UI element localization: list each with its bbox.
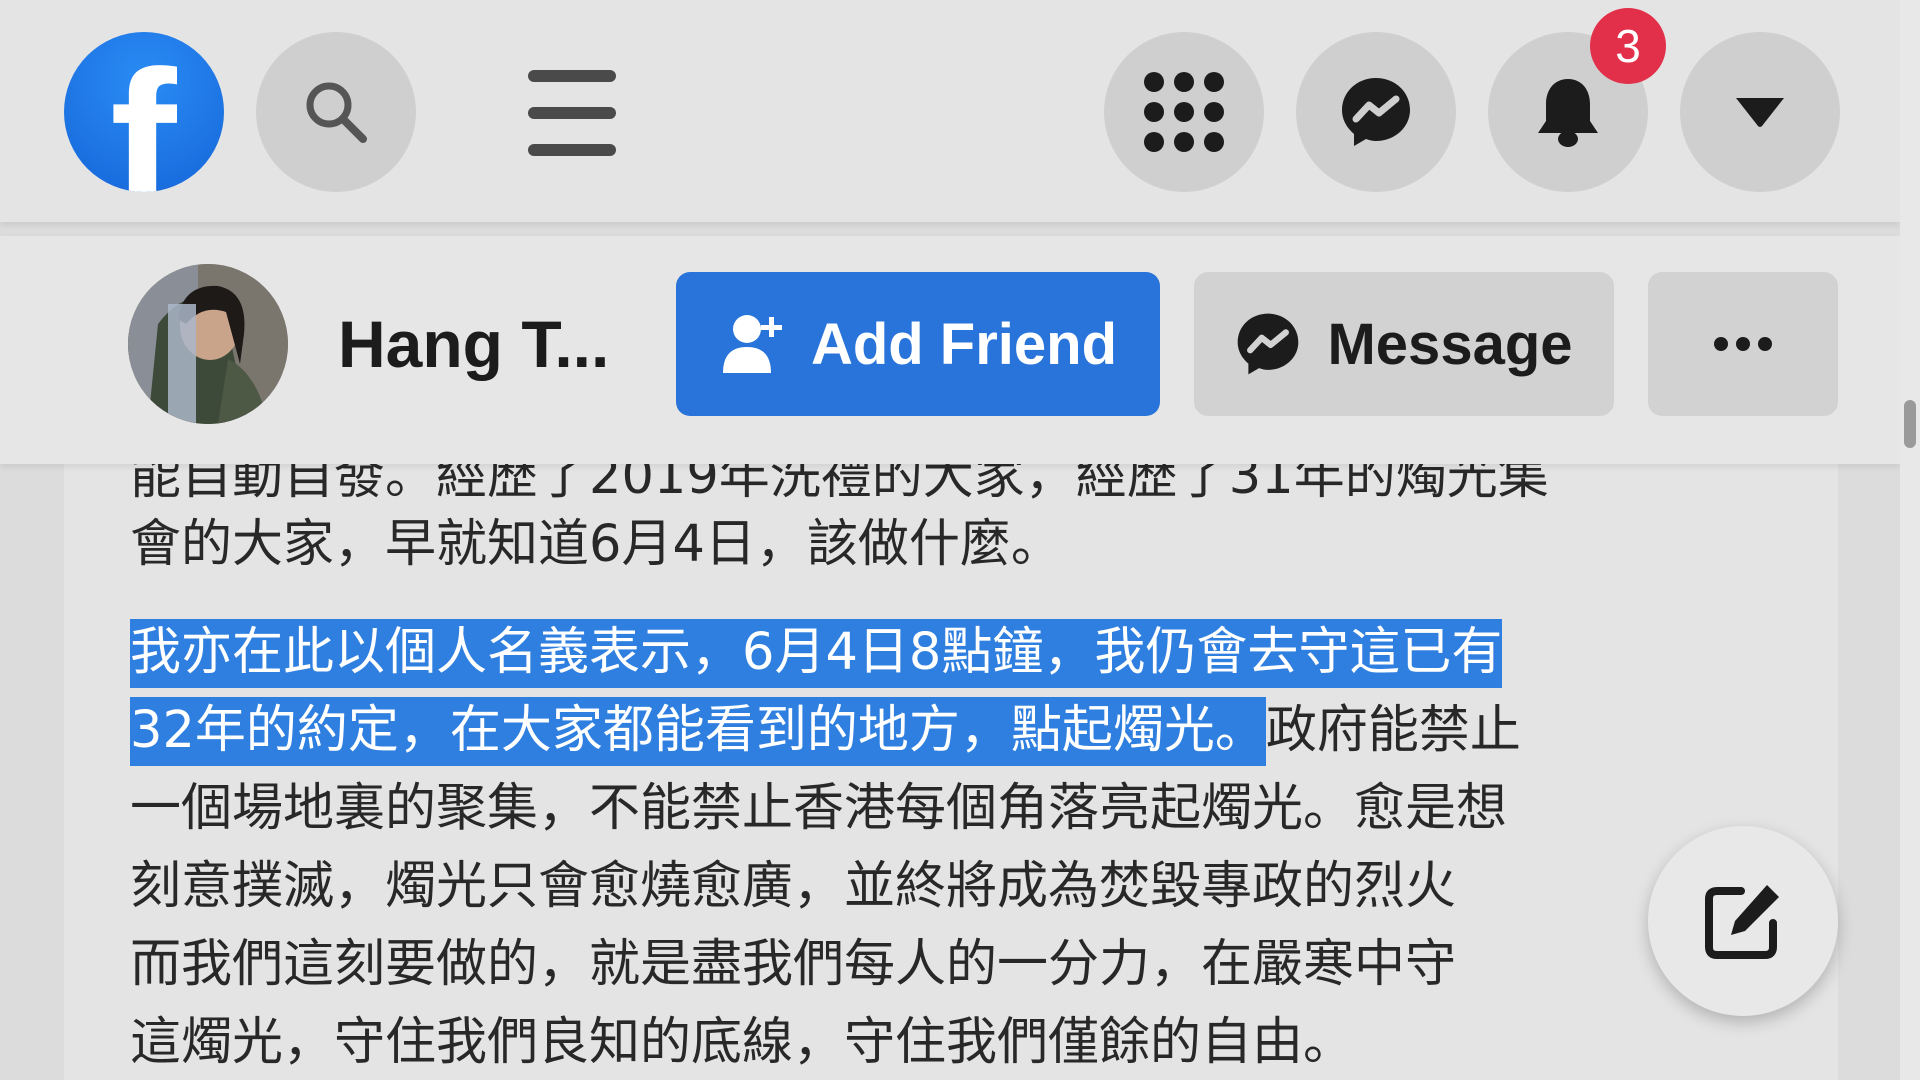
post-text-line: 刻意撲滅，燭光只會愈燒愈廣，並終將成為焚毀專政的烈火	[130, 857, 1457, 916]
avatar[interactable]	[128, 264, 288, 424]
message-button[interactable]: Message	[1194, 272, 1614, 416]
post-text-line: 一個場地裏的聚集，不能禁止香港每個角落亮起燭光。愈是想	[130, 779, 1508, 838]
add-friend-label: Add Friend	[810, 311, 1118, 377]
profile-name[interactable]: Hang T...	[338, 306, 609, 382]
messenger-button[interactable]	[1296, 32, 1456, 192]
top-navigation-bar: f 3	[0, 0, 1900, 222]
post-text-line-highlighted: 我亦在此以個人名義表示，6月4日8點鐘，我仍會去守這已有	[130, 614, 1503, 692]
selected-text: 我亦在此以個人名義表示，6月4日8點鐘，我仍會去守這已有	[130, 619, 1503, 688]
facebook-logo[interactable]: f	[64, 32, 224, 192]
selected-text: 32年的約定，在大家都能看到的地方，點起燭光。	[130, 697, 1266, 766]
account-menu-button[interactable]	[1680, 32, 1840, 192]
compose-button[interactable]	[1648, 826, 1838, 1016]
post-text-line: 會的大家，早就知道6月4日，該做什麼。	[130, 515, 1062, 574]
more-options-button[interactable]	[1648, 272, 1838, 416]
compose-edit-icon	[1705, 885, 1779, 959]
more-dots-icon	[1714, 337, 1772, 351]
menu-icon[interactable]	[528, 70, 616, 156]
bell-icon	[1538, 79, 1598, 147]
apps-menu-button[interactable]	[1104, 32, 1264, 192]
messenger-icon	[1235, 311, 1301, 377]
facebook-logo-letter: f	[110, 32, 177, 193]
search-button[interactable]	[256, 32, 416, 192]
post-text-fragment: 政府能禁止	[1265, 701, 1521, 760]
profile-header-bar: Hang T... Add Friend Message	[0, 236, 1900, 464]
message-label: Message	[1327, 311, 1573, 377]
post-text-line: 這燭光，守住我們良知的底線，守住我們僅餘的自由。	[130, 1013, 1355, 1072]
scrollbar-thumb[interactable]	[1904, 400, 1916, 448]
caret-down-icon	[1736, 98, 1784, 127]
notification-count-badge: 3	[1590, 8, 1666, 84]
add-friend-icon	[719, 311, 785, 377]
profile-photo	[128, 264, 288, 424]
post-text-line-highlighted: 32年的約定，在大家都能看到的地方，點起燭光。政府能禁止	[130, 692, 1521, 770]
messenger-icon	[1342, 78, 1410, 146]
search-icon	[306, 82, 367, 143]
add-friend-button[interactable]: Add Friend	[676, 272, 1160, 416]
vertical-scrollbar[interactable]	[1900, 0, 1920, 1080]
facebook-profile-page: f 3 Hang T... Add Friend Message 能自動自發。經…	[0, 0, 1920, 1080]
post-text-line: 而我們這刻要做的，就是盡我們每人的一分力，在嚴寒中守	[130, 935, 1457, 994]
apps-grid-icon	[1144, 72, 1224, 152]
